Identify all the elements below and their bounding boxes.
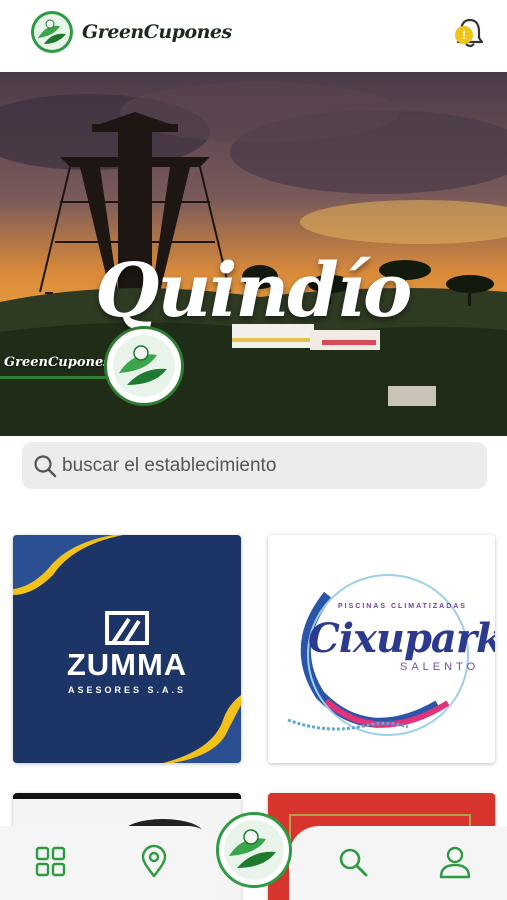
hero-brand-badge bbox=[104, 326, 184, 406]
brand-logo-icon bbox=[224, 820, 284, 880]
zumma-name: ZUMMA bbox=[66, 647, 188, 682]
hero-divider bbox=[0, 376, 110, 379]
home-logo-button[interactable] bbox=[216, 812, 292, 888]
hero-banner[interactable]: Quindío GreenCupones bbox=[0, 72, 507, 436]
notification-badge: ! bbox=[455, 26, 473, 44]
hero-brand-text: GreenCupones bbox=[4, 355, 111, 370]
zumma-subtitle: ASESORES S.A.S bbox=[67, 685, 187, 695]
search-icon[interactable] bbox=[335, 844, 371, 880]
establishment-card-cixupark[interactable]: PISCINAS CLIMATIZADAS Cixupark SALENTO bbox=[268, 535, 495, 763]
notifications-button[interactable]: ! bbox=[453, 14, 487, 50]
brand-logo-icon bbox=[113, 335, 175, 397]
establishment-card-zumma[interactable]: ZUMMA ASESORES S.A.S bbox=[13, 535, 241, 763]
location-pin-icon[interactable] bbox=[136, 844, 172, 880]
brand-name: GreenCupones bbox=[82, 21, 232, 43]
grid-icon[interactable] bbox=[33, 844, 69, 880]
hero-title: Quindío bbox=[95, 248, 412, 334]
cixupark-subtitle: SALENTO bbox=[400, 661, 480, 673]
brand-logo[interactable]: GreenCupones bbox=[30, 10, 232, 54]
search-icon bbox=[34, 454, 57, 477]
bottom-navigation bbox=[0, 812, 507, 900]
cixupark-tagline: PISCINAS CLIMATIZADAS bbox=[338, 603, 467, 610]
cixupark-name: Cixupark bbox=[308, 615, 495, 662]
app-header: GreenCupones ! bbox=[0, 0, 507, 72]
user-icon[interactable] bbox=[437, 844, 473, 880]
bottom-nav-left bbox=[0, 826, 218, 900]
search-bar[interactable]: buscar el establecimiento bbox=[22, 442, 487, 489]
brand-logo-icon bbox=[31, 11, 73, 53]
bottom-nav-right bbox=[289, 826, 507, 900]
search-input[interactable]: buscar el establecimiento bbox=[62, 455, 276, 477]
